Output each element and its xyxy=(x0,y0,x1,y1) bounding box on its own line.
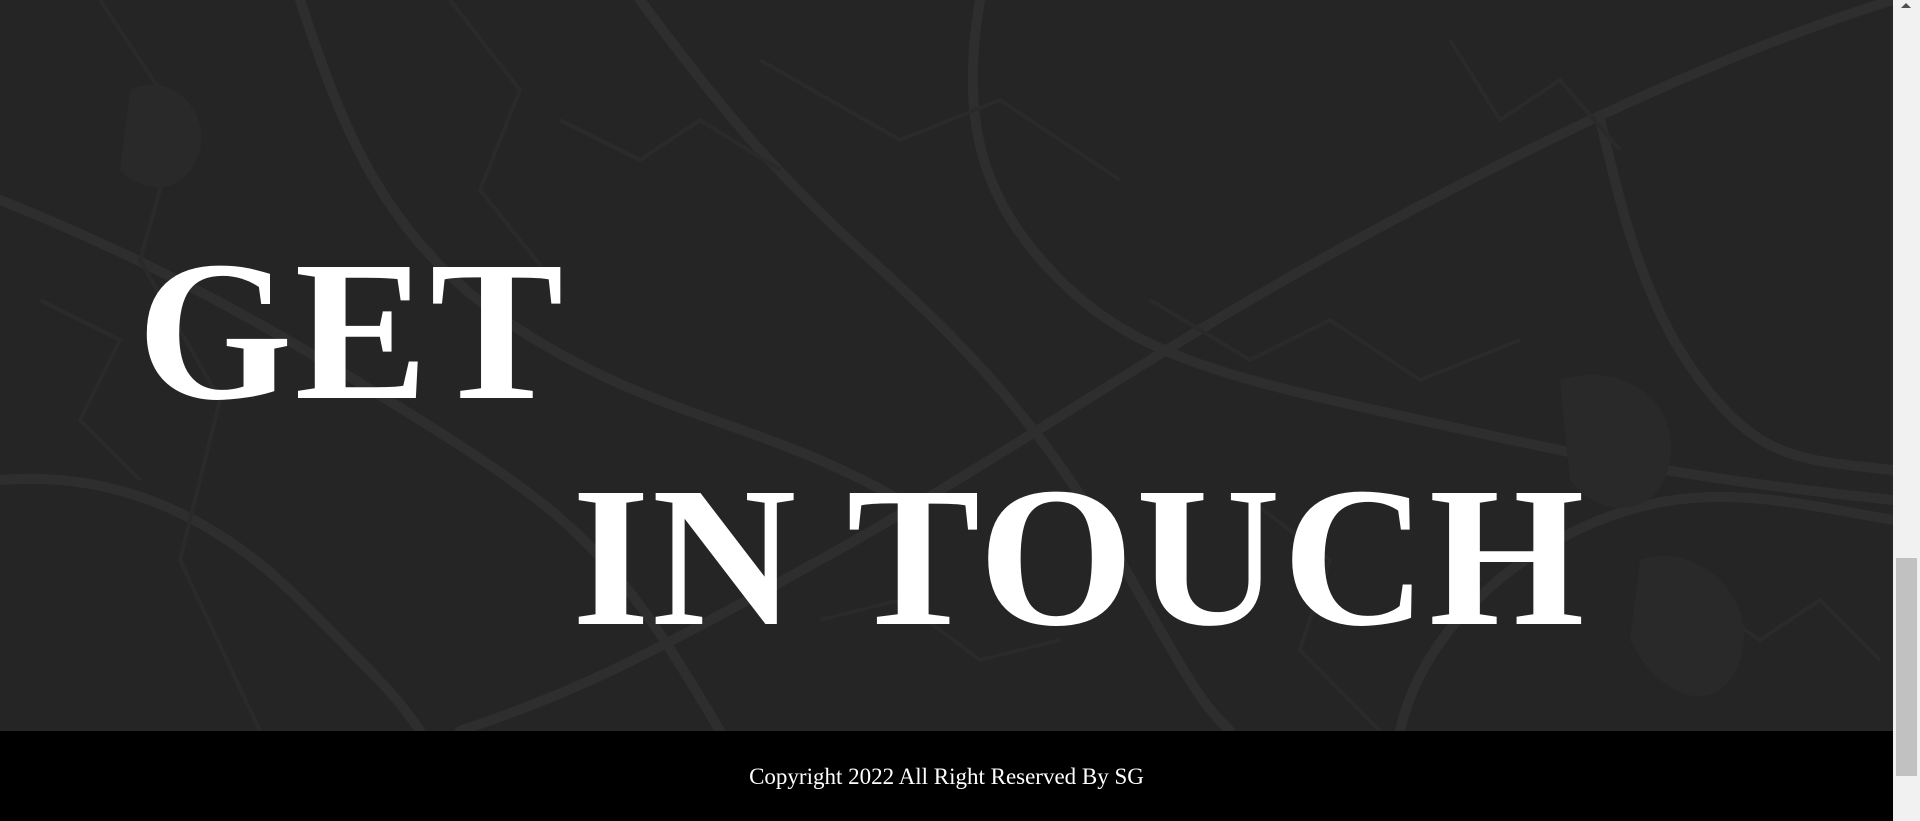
heading-in-touch: IN TOUCH xyxy=(572,447,1587,668)
scrollbar-thumb[interactable] xyxy=(1896,558,1917,776)
page-viewport: GET IN TOUCH Copyright 2022 All Right Re… xyxy=(0,0,1893,821)
get-in-touch-section: GET IN TOUCH xyxy=(0,0,1893,731)
vertical-scrollbar[interactable] xyxy=(1893,0,1920,821)
scroll-up-arrow-icon[interactable] xyxy=(1901,3,1911,8)
site-footer: Copyright 2022 All Right Reserved By SG xyxy=(0,731,1893,821)
heading-get: GET xyxy=(137,221,566,442)
copyright-text: Copyright 2022 All Right Reserved By SG xyxy=(749,764,1144,789)
